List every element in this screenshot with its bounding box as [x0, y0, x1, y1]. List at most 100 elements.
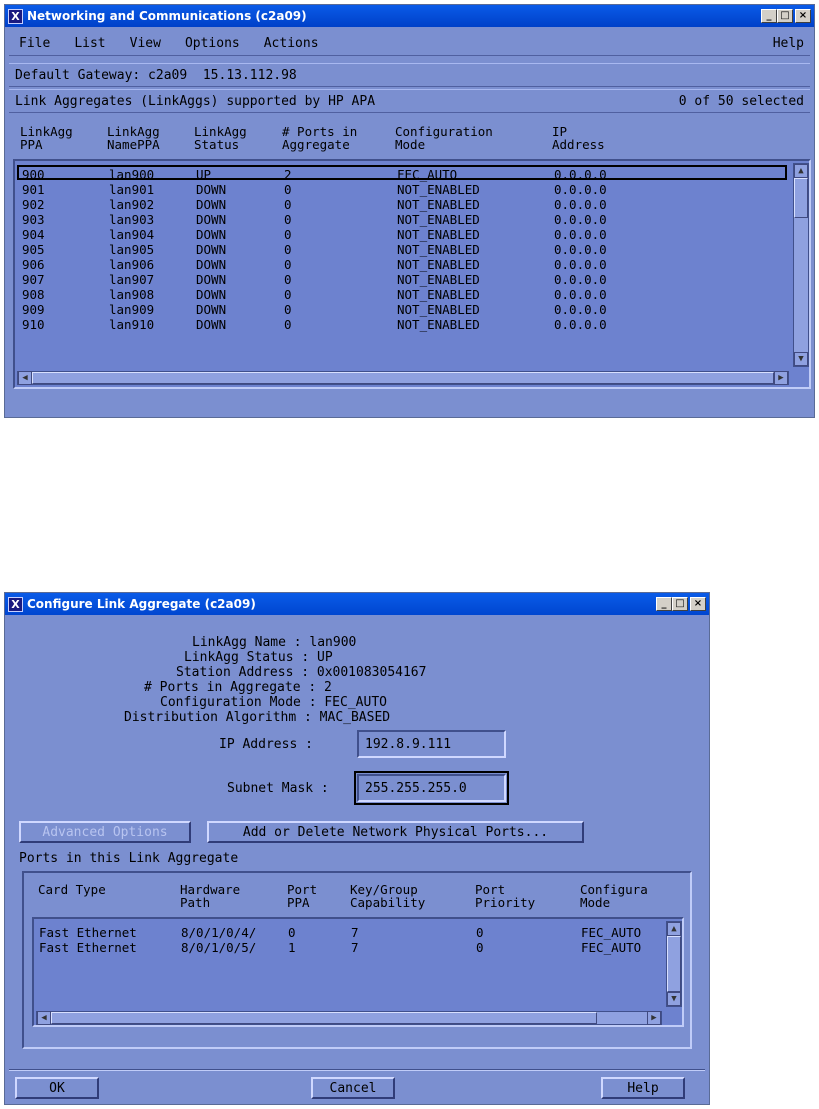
- menu-actions[interactable]: Actions: [264, 36, 319, 51]
- cell-mode: NOT_ENABLED: [397, 287, 480, 302]
- col-header-status[interactable]: LinkAgg Status: [194, 125, 247, 151]
- cell-status: DOWN: [196, 212, 227, 227]
- ports-groupbox: Card Type Hardware Path Port PPA Key/Gro…: [22, 871, 692, 1049]
- cell-mode: NOT_ENABLED: [397, 302, 480, 317]
- menu-file[interactable]: File: [19, 36, 50, 51]
- ok-button[interactable]: OK: [15, 1077, 99, 1099]
- minimize-icon[interactable]: _: [761, 9, 777, 23]
- col-header-ports[interactable]: # Ports in Aggregate: [282, 125, 357, 151]
- table-row[interactable]: 901 lan901 DOWN 0 NOT_ENABLED 0.0.0.0: [17, 182, 787, 197]
- hscroll-thumb[interactable]: [51, 1012, 597, 1024]
- cell-ports: 0: [284, 287, 292, 302]
- list-title: Link Aggregates (LinkAggs) supported by …: [15, 93, 376, 109]
- cell-ip: 0.0.0.0: [554, 287, 607, 302]
- ports-list[interactable]: Fast Ethernet 8/0/1/0/4/ 0 7 0 FEC_AUTO …: [32, 917, 684, 1027]
- menu-list[interactable]: List: [74, 36, 105, 51]
- table-row[interactable]: 906 lan906 DOWN 0 NOT_ENABLED 0.0.0.0: [17, 257, 787, 272]
- port-col-card-type[interactable]: Card Type: [38, 883, 106, 896]
- scroll-up-icon[interactable]: ▲: [667, 922, 681, 936]
- table-row[interactable]: 902 lan902 DOWN 0 NOT_ENABLED 0.0.0.0: [17, 197, 787, 212]
- table-row[interactable]: 904 lan904 DOWN 0 NOT_ENABLED 0.0.0.0: [17, 227, 787, 242]
- close-icon[interactable]: ×: [795, 9, 811, 23]
- close-icon[interactable]: ×: [690, 597, 706, 611]
- cell-name: lan907: [109, 272, 155, 287]
- cell-ip: 0.0.0.0: [554, 302, 607, 317]
- table-row[interactable]: 900 lan900 UP 2 FEC_AUTO 0.0.0.0: [17, 165, 787, 182]
- cell-mode: NOT_ENABLED: [397, 257, 480, 272]
- cell-ports: 0: [284, 182, 292, 197]
- port-col-port-priority[interactable]: Port Priority: [475, 883, 535, 909]
- bottom-separator: [9, 1069, 705, 1071]
- help-button[interactable]: Help: [601, 1077, 685, 1099]
- info-configuration-mode: Configuration Mode : FEC_AUTO: [160, 695, 387, 710]
- table-row[interactable]: 910 lan910 DOWN 0 NOT_ENABLED 0.0.0.0: [17, 317, 787, 332]
- cell-name: lan905: [109, 242, 155, 257]
- table-row[interactable]: 903 lan903 DOWN 0 NOT_ENABLED 0.0.0.0: [17, 212, 787, 227]
- window-title: Networking and Communications (c2a09): [27, 9, 307, 23]
- cell-ip: 0.0.0.0: [554, 242, 607, 257]
- scroll-right-icon[interactable]: ▶: [774, 371, 788, 385]
- menu-view[interactable]: View: [130, 36, 161, 51]
- col-header-nameppa[interactable]: LinkAgg NamePPA: [107, 125, 160, 151]
- scroll-down-icon[interactable]: ▼: [667, 992, 681, 1006]
- cell-ppa: 909: [22, 302, 45, 317]
- cell-mode: FEC_AUTO: [397, 167, 458, 182]
- cell-status: DOWN: [196, 287, 227, 302]
- port-col-key-group[interactable]: Key/Group Capability: [350, 883, 425, 909]
- scroll-right-icon[interactable]: ▶: [647, 1011, 661, 1025]
- col-header-ip[interactable]: IP Address: [552, 125, 605, 151]
- info-distribution-algorithm: Distribution Algorithm : MAC_BASED: [124, 710, 391, 725]
- menu-help[interactable]: Help: [773, 36, 804, 51]
- col-header-config-mode[interactable]: Configuration Mode: [395, 125, 493, 151]
- port-col-hardware-path[interactable]: Hardware Path: [180, 883, 240, 909]
- add-delete-ports-button[interactable]: Add or Delete Network Physical Ports...: [207, 821, 584, 843]
- scroll-thumb[interactable]: [667, 936, 681, 992]
- horizontal-scrollbar[interactable]: ◀ ▶: [36, 1011, 662, 1025]
- table-row[interactable]: Fast Ethernet 8/0/1/0/4/ 0 7 0 FEC_AUTO: [36, 925, 666, 940]
- cell-ports: 0: [284, 242, 292, 257]
- cell-mode: NOT_ENABLED: [397, 317, 480, 332]
- cell-status: DOWN: [196, 197, 227, 212]
- table-row[interactable]: 909 lan909 DOWN 0 NOT_ENABLED 0.0.0.0: [17, 302, 787, 317]
- cell-priority: 0: [476, 940, 484, 955]
- cell-mode: NOT_ENABLED: [397, 272, 480, 287]
- cell-name: lan903: [109, 212, 155, 227]
- cell-ports: 0: [284, 272, 292, 287]
- cell-ip: 0.0.0.0: [554, 167, 607, 182]
- table-row[interactable]: 908 lan908 DOWN 0 NOT_ENABLED 0.0.0.0: [17, 287, 787, 302]
- cell-mode: FEC_AUTO: [581, 940, 642, 955]
- ip-address-input[interactable]: 192.8.9.111: [357, 730, 506, 758]
- port-col-config-mode[interactable]: Configura Mode: [580, 883, 648, 909]
- selection-count: 0 of 50 selected: [678, 93, 804, 109]
- minimize-icon[interactable]: _: [656, 597, 672, 611]
- cell-status: DOWN: [196, 182, 227, 197]
- hscroll-thumb[interactable]: [32, 372, 774, 384]
- scroll-thumb[interactable]: [794, 178, 808, 218]
- cell-status: DOWN: [196, 317, 227, 332]
- scroll-left-icon[interactable]: ◀: [37, 1011, 51, 1025]
- scroll-down-icon[interactable]: ▼: [794, 352, 808, 366]
- col-header-ppa[interactable]: LinkAgg PPA: [20, 125, 73, 151]
- subnet-mask-input[interactable]: 255.255.255.0: [354, 771, 509, 805]
- port-col-port-ppa[interactable]: Port PPA: [287, 883, 317, 909]
- ports-section-label: Ports in this Link Aggregate: [19, 851, 239, 866]
- linkagg-list[interactable]: 900 lan900 UP 2 FEC_AUTO 0.0.0.0 901 lan…: [13, 159, 811, 389]
- maximize-icon[interactable]: □: [672, 597, 688, 611]
- cell-mode: NOT_ENABLED: [397, 227, 480, 242]
- advanced-options-button[interactable]: Advanced Options: [19, 821, 191, 843]
- menu-options[interactable]: Options: [185, 36, 240, 51]
- configure-titlebar[interactable]: X Configure Link Aggregate (c2a09) _ □ ×: [5, 593, 709, 615]
- networking-titlebar[interactable]: X Networking and Communications (c2a09) …: [5, 5, 814, 27]
- horizontal-scrollbar[interactable]: ◀ ▶: [17, 371, 789, 385]
- table-row[interactable]: 907 lan907 DOWN 0 NOT_ENABLED 0.0.0.0: [17, 272, 787, 287]
- cell-status: DOWN: [196, 227, 227, 242]
- vertical-scrollbar[interactable]: ▲ ▼: [793, 163, 809, 367]
- maximize-icon[interactable]: □: [777, 9, 793, 23]
- vertical-scrollbar[interactable]: ▲ ▼: [666, 921, 682, 1007]
- cell-ppa: 903: [22, 212, 45, 227]
- cancel-button[interactable]: Cancel: [311, 1077, 395, 1099]
- scroll-up-icon[interactable]: ▲: [794, 164, 808, 178]
- table-row[interactable]: Fast Ethernet 8/0/1/0/5/ 1 7 0 FEC_AUTO: [36, 940, 666, 955]
- table-row[interactable]: 905 lan905 DOWN 0 NOT_ENABLED 0.0.0.0: [17, 242, 787, 257]
- scroll-left-icon[interactable]: ◀: [18, 371, 32, 385]
